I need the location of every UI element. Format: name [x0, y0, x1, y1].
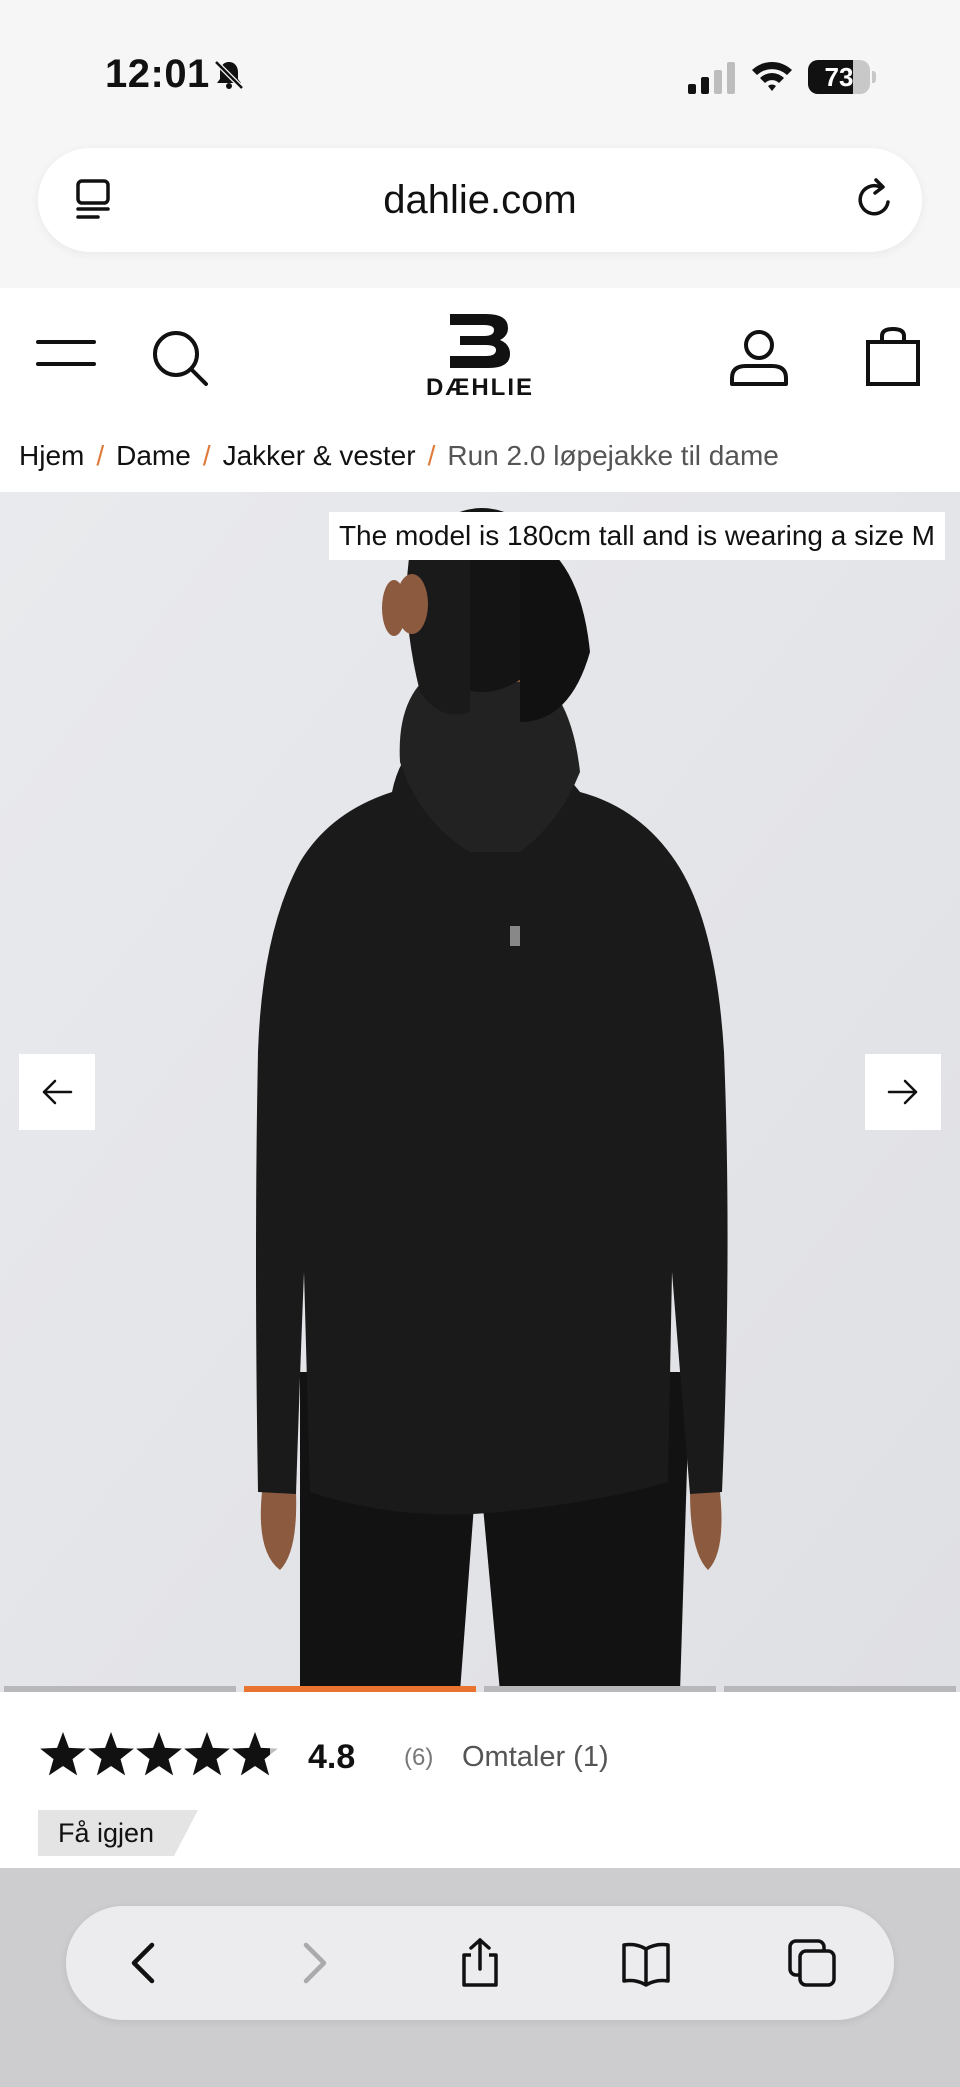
next-image-button[interactable]: [865, 1054, 941, 1130]
reviews-link[interactable]: Omtaler (1): [462, 1734, 609, 1780]
url-text[interactable]: dahlie.com: [38, 148, 922, 252]
gallery-progress-segment[interactable]: [484, 1686, 716, 1692]
bookmarks-button[interactable]: [620, 1937, 672, 1989]
page: 12:01 73 dahlie.com DÆHLIE Hjem / Dame /…: [0, 0, 960, 2087]
breadcrumb-home[interactable]: Hjem: [19, 440, 84, 471]
site-header: DÆHLIE: [0, 288, 960, 416]
star-filled-icon: [88, 1732, 134, 1776]
shopping-bag-icon[interactable]: [864, 326, 922, 388]
breadcrumb-jackets[interactable]: Jakker & vester: [223, 440, 416, 471]
address-bar[interactable]: dahlie.com: [38, 148, 922, 252]
battery-percent: 73: [824, 62, 854, 92]
logo-mark-icon: [450, 314, 510, 368]
gallery-progress-segment[interactable]: [724, 1686, 956, 1692]
book-icon: [622, 1942, 670, 1987]
back-button[interactable]: [120, 1937, 172, 1989]
wifi-icon: [752, 62, 792, 91]
chevron-left-icon: [131, 1942, 155, 1984]
account-icon[interactable]: [728, 328, 790, 388]
status-bar: 12:01 73: [0, 0, 960, 120]
star-rating: [40, 1732, 278, 1776]
browser-toolbar: [0, 1868, 960, 2087]
logo-text: DÆHLIE: [426, 374, 534, 401]
rating-value: 4.8: [308, 1738, 356, 1776]
breadcrumb-separator: /: [96, 440, 105, 471]
browser-address-area: dahlie.com: [0, 120, 960, 288]
status-time: 12:01: [105, 52, 210, 96]
share-button[interactable]: [454, 1937, 506, 1989]
share-icon: [462, 1938, 498, 1987]
breadcrumb: Hjem / Dame / Jakker & vester / Run 2.0 løpeja…: [19, 436, 779, 476]
gallery-progress: [0, 1686, 960, 1692]
breadcrumb-separator: /: [427, 440, 436, 471]
previous-image-button[interactable]: [19, 1054, 95, 1130]
brand-logo[interactable]: DÆHLIE: [410, 312, 550, 404]
product-image-gallery[interactable]: The model is 180cm tall and is wearing a…: [0, 492, 960, 1692]
search-icon[interactable]: [150, 328, 212, 390]
rating-row: 4.8 (6) Omtaler (1): [38, 1722, 938, 1794]
tabs-button[interactable]: [786, 1937, 838, 1989]
signal-icon: [688, 62, 735, 94]
gallery-progress-segment[interactable]: [244, 1686, 476, 1692]
breadcrumb-dame[interactable]: Dame: [116, 440, 191, 471]
rating-count: (6): [404, 1744, 434, 1771]
gallery-progress-segment[interactable]: [4, 1686, 236, 1692]
forward-button[interactable]: [286, 1937, 338, 1989]
browser-toolbar-pill: [66, 1906, 894, 2020]
battery-indicator: 73: [808, 60, 876, 94]
star-filled-icon: [40, 1732, 86, 1776]
page-settings-icon[interactable]: [74, 178, 114, 222]
arrow-right-icon: [887, 1079, 918, 1105]
arrow-left-icon: [42, 1079, 73, 1105]
breadcrumb-separator: /: [202, 440, 211, 471]
star-filled-icon: [136, 1732, 182, 1776]
model-size-note: The model is 180cm tall and is wearing a…: [328, 512, 945, 560]
breadcrumb-current: Run 2.0 løpejakke til dame: [447, 440, 779, 471]
product-image: [0, 492, 960, 1692]
reload-icon[interactable]: [850, 176, 898, 224]
menu-icon[interactable]: [36, 338, 96, 368]
tabs-icon: [788, 1939, 836, 1987]
restock-label: Få igjen: [58, 1818, 155, 1848]
bell-muted-icon: [214, 60, 244, 90]
chevron-right-icon: [303, 1942, 327, 1984]
star-filled-icon: [184, 1732, 230, 1776]
